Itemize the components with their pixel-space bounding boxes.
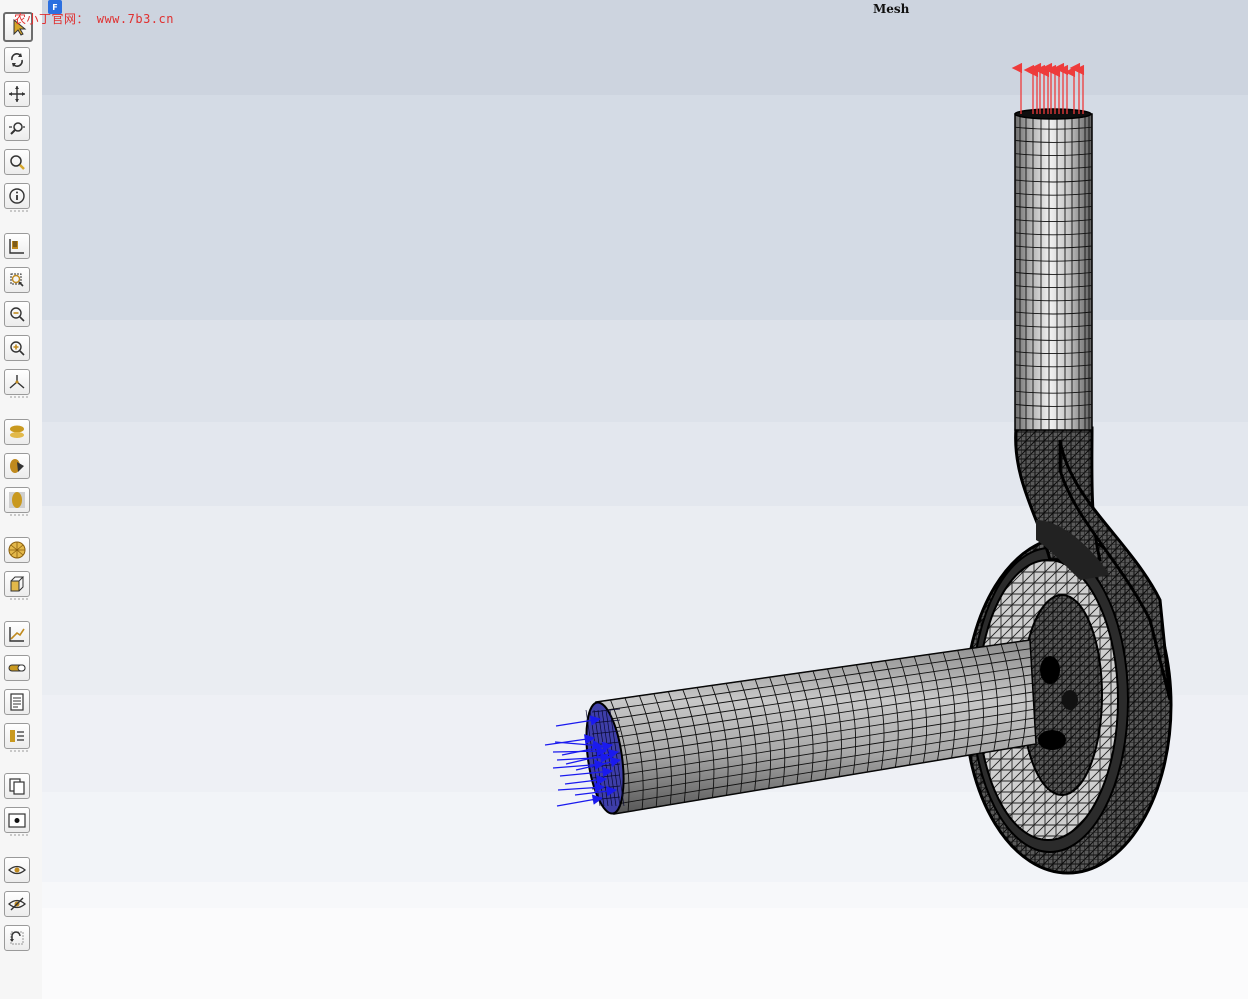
info-icon <box>9 188 25 204</box>
show-icon <box>8 865 26 875</box>
copy-button[interactable] <box>4 773 30 799</box>
rotate-icon <box>11 53 23 67</box>
zoom-out-icon <box>10 307 25 322</box>
box-button[interactable] <box>4 571 30 597</box>
toolbar-separator <box>10 396 28 398</box>
copy-icon <box>9 778 25 795</box>
pan-icon <box>9 86 25 102</box>
report-button[interactable] <box>4 689 30 715</box>
zoom-window-icon <box>10 155 25 170</box>
reset-button[interactable] <box>4 925 30 951</box>
legend-button[interactable] <box>4 723 30 749</box>
view-orient-icon <box>9 239 24 254</box>
reset-icon <box>10 931 24 945</box>
watermark-text: 农小丁官网： www.7b3.cn <box>14 12 174 26</box>
legend-icon <box>10 730 24 742</box>
zoom-box-icon <box>10 273 24 287</box>
mesh-sphere-button[interactable] <box>4 537 30 563</box>
scale-bar-icon <box>8 664 26 672</box>
toolbar-separator <box>10 750 28 752</box>
snapshot-icon <box>8 813 26 828</box>
graphics-toolbar <box>0 0 43 999</box>
view-orient-button[interactable] <box>4 233 30 259</box>
pump-mesh-model[interactable] <box>42 0 1248 999</box>
toolbar-separator <box>10 834 28 836</box>
hide-surfaces-icon <box>10 425 24 438</box>
pan-button[interactable] <box>4 81 30 107</box>
inlet-arrow <box>556 794 604 807</box>
axis-triad-icon <box>9 375 25 389</box>
report-icon <box>10 693 24 711</box>
toolbar-separator <box>10 514 28 516</box>
box-icon <box>10 576 25 592</box>
zoom-window-button[interactable] <box>4 149 30 175</box>
zoom-in-icon <box>10 341 25 356</box>
toolbar-separator <box>10 210 28 212</box>
zoom-button[interactable] <box>4 115 30 141</box>
axis-triad-button[interactable] <box>4 369 30 395</box>
shaded-icon <box>10 459 24 473</box>
zoom-icon <box>9 122 25 135</box>
scale-bar-button[interactable] <box>4 655 30 681</box>
mesh-sphere-icon <box>8 541 26 559</box>
snapshot-button[interactable] <box>4 807 30 833</box>
show-button[interactable] <box>4 857 30 883</box>
app-badge-icon: F <box>48 0 62 14</box>
inlet-pipe <box>585 639 1037 815</box>
hide-icon <box>8 897 26 911</box>
transparent-button[interactable] <box>4 487 30 513</box>
viewport-title: Mesh <box>873 2 910 16</box>
hide-surfaces-button[interactable] <box>4 419 30 445</box>
transparent-icon <box>9 492 25 508</box>
outlet-boundary-arrows <box>1011 62 1085 114</box>
toolbar-separator <box>10 598 28 600</box>
zoom-out-button[interactable] <box>4 301 30 327</box>
rotate-button[interactable] <box>4 47 30 73</box>
zoom-in-button[interactable] <box>4 335 30 361</box>
plot-axis-button[interactable] <box>4 621 30 647</box>
plot-axis-icon <box>9 627 25 642</box>
shaded-button[interactable] <box>4 453 30 479</box>
info-button[interactable] <box>4 183 30 209</box>
zoom-box-button[interactable] <box>4 267 30 293</box>
outlet-pipe <box>1014 108 1093 431</box>
graphics-viewport[interactable] <box>42 0 1248 999</box>
hide-button[interactable] <box>4 891 30 917</box>
